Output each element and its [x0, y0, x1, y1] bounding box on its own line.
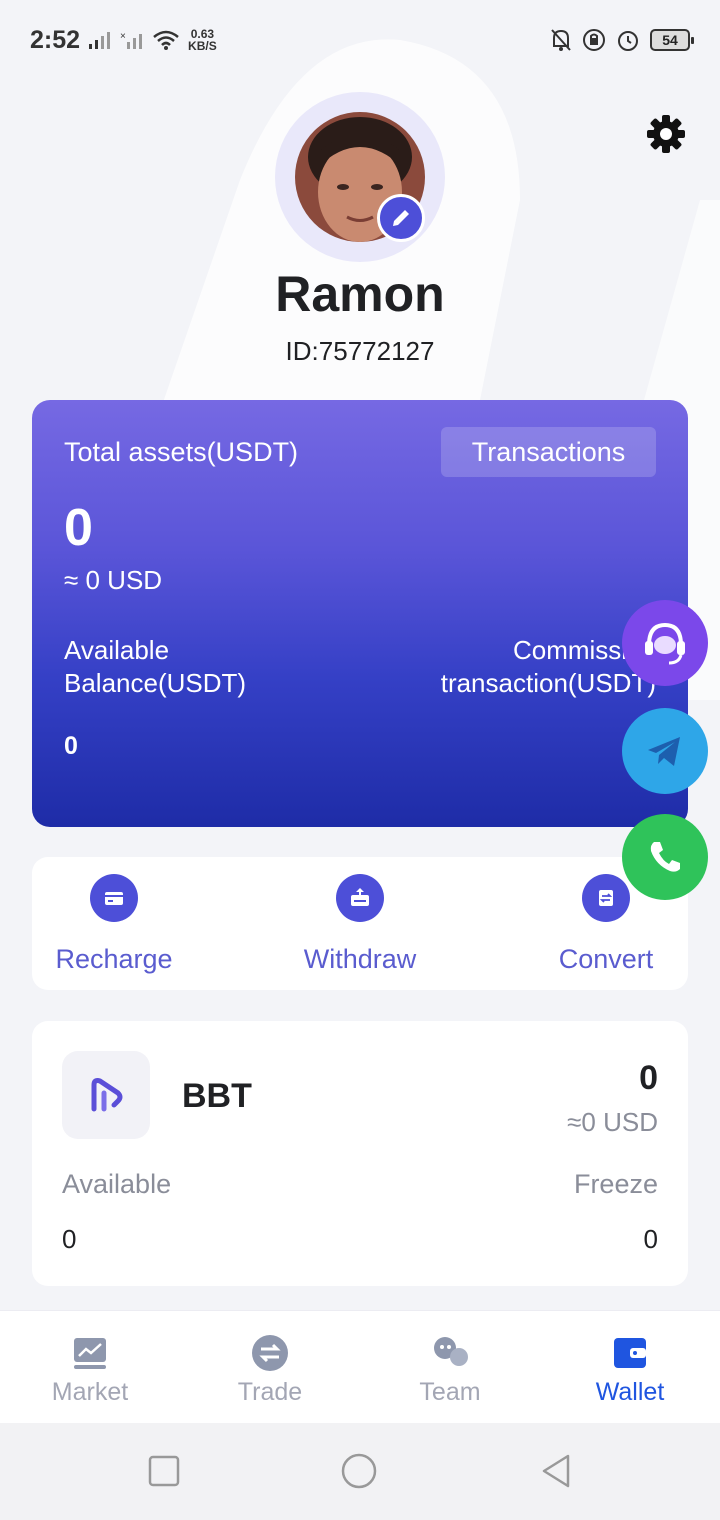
whatsapp-button[interactable]	[622, 814, 708, 900]
pencil-icon	[393, 210, 409, 226]
nav-team-label: Team	[419, 1378, 481, 1406]
wallet-actions-card: Recharge Withdraw Convert	[32, 857, 688, 990]
nav-wallet-label: Wallet	[595, 1378, 665, 1406]
token-freeze-value: 0	[643, 1224, 658, 1254]
back-icon[interactable]	[538, 1453, 574, 1489]
edit-avatar-button[interactable]	[377, 194, 425, 242]
total-assets-label: Total assets(USDT)	[64, 437, 299, 467]
market-chart-icon	[70, 1333, 110, 1373]
commission-label: Commission transaction(USDT)	[440, 635, 656, 698]
user-id: ID:75772127	[285, 336, 435, 366]
nav-team[interactable]: Team	[360, 1311, 540, 1424]
token-balance-usd: ≈0 USD	[567, 1107, 658, 1137]
bell-muted-icon	[551, 29, 571, 51]
token-available-value: 0	[62, 1224, 77, 1254]
status-bar: 2:52 × 0.63 KB/S 54	[0, 0, 720, 80]
recharge-button[interactable]: Recharge	[32, 857, 196, 990]
wallet-icon	[610, 1333, 650, 1373]
nav-trade[interactable]: Trade	[180, 1311, 360, 1424]
token-available-label: Available	[62, 1169, 172, 1199]
total-assets-card: Total assets(USDT) Transactions 0 ≈ 0 US…	[32, 400, 688, 827]
token-name: BBT	[182, 1077, 252, 1115]
transactions-button[interactable]: Transactions	[441, 427, 656, 477]
total-assets-usd: ≈ 0 USD	[64, 565, 163, 595]
convert-icon	[582, 874, 630, 922]
convert-label: Convert	[558, 944, 654, 974]
available-balance-label: Available Balance(USDT)	[64, 635, 247, 698]
nav-market[interactable]: Market	[0, 1311, 180, 1424]
battery-indicator: 54	[650, 29, 694, 51]
wifi-icon	[153, 30, 179, 50]
withdraw-button[interactable]: Withdraw	[278, 857, 442, 990]
withdraw-icon	[336, 874, 384, 922]
whatsapp-phone-icon	[650, 842, 680, 872]
token-freeze-label: Freeze	[573, 1169, 658, 1199]
token-balance: 0	[639, 1059, 658, 1097]
bottom-navigation: Market Trade Team Wallet	[0, 1310, 720, 1423]
status-time: 2:52	[30, 25, 81, 54]
bbt-logo-icon	[62, 1051, 150, 1139]
team-icon	[430, 1333, 470, 1373]
nav-trade-label: Trade	[237, 1378, 303, 1406]
network-speed: 0.63 KB/S	[188, 28, 217, 52]
alarm-icon	[618, 31, 638, 51]
recharge-label: Recharge	[55, 944, 173, 974]
withdraw-label: Withdraw	[303, 944, 417, 974]
settings-gear-icon[interactable]	[645, 113, 687, 155]
customer-support-button[interactable]	[622, 600, 708, 686]
telegram-button[interactable]	[622, 708, 708, 794]
telegram-plane-icon	[648, 737, 680, 766]
card-icon	[90, 874, 138, 922]
available-balance-value: 0	[64, 732, 78, 760]
total-assets-value: 0	[64, 499, 93, 557]
nav-wallet[interactable]: Wallet	[540, 1311, 720, 1424]
nav-market-label: Market	[51, 1378, 129, 1406]
username: Ramon	[275, 266, 445, 322]
svg-text:×: ×	[120, 31, 126, 42]
recent-apps-icon[interactable]	[146, 1453, 182, 1489]
signal-no-service-icon: ×	[120, 31, 143, 49]
token-card[interactable]: BBT 0 ≈0 USD Available Freeze 0 0	[32, 1021, 688, 1286]
headset-icon	[645, 622, 685, 665]
signal-icon	[89, 32, 111, 49]
lock-rotation-icon	[583, 29, 605, 51]
network-speed-unit: KB/S	[188, 39, 217, 53]
trade-swap-icon	[250, 1333, 290, 1373]
system-navigation-bar	[0, 1423, 720, 1520]
home-icon[interactable]	[341, 1453, 377, 1489]
